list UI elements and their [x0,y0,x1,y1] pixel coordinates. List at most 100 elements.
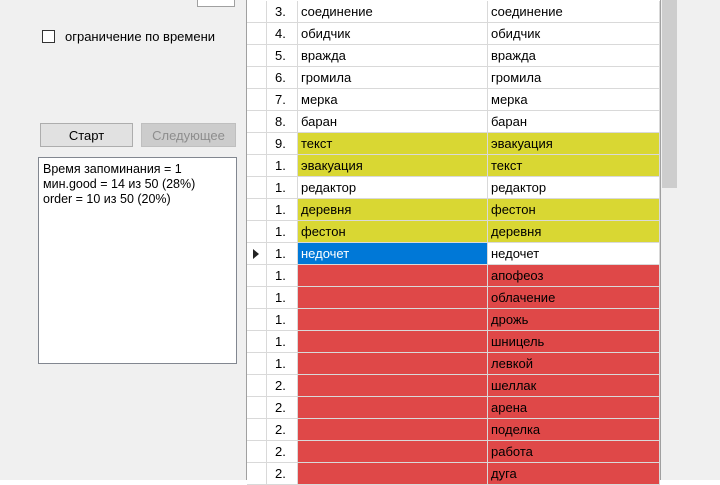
row-header[interactable] [247,463,267,485]
table-row[interactable]: 1. облачение [247,287,660,309]
row-header[interactable] [247,155,267,177]
start-button[interactable]: Старт [40,123,133,147]
table-row[interactable]: 2. поделка [247,419,660,441]
numeric-input[interactable] [197,0,235,7]
table-row[interactable]: 2. арена [247,397,660,419]
scrollbar-thumb[interactable] [662,0,677,188]
word-cell[interactable] [298,375,488,397]
answer-cell[interactable]: левкой [488,353,660,375]
table-row[interactable]: 9. текст эвакуация [247,133,660,155]
answer-cell[interactable]: шеллак [488,375,660,397]
table-row[interactable]: 4. обидчик обидчик [247,23,660,45]
row-number-cell[interactable]: 7. [267,89,298,111]
table-row[interactable]: 8. баран баран [247,111,660,133]
word-cell[interactable]: соединение [298,1,488,23]
table-row[interactable]: 1. недочет недочет [247,243,660,265]
answer-cell[interactable]: редактор [488,177,660,199]
row-header[interactable] [247,353,267,375]
row-header[interactable] [247,1,267,23]
answer-cell[interactable]: текст [488,155,660,177]
row-header[interactable] [247,67,267,89]
row-number-cell[interactable]: 1. [267,287,298,309]
table-row[interactable]: 1. шницель [247,331,660,353]
time-limit-option[interactable]: ограничение по времени [42,29,215,44]
table-row[interactable]: 2. работа [247,441,660,463]
answer-cell[interactable]: мерка [488,89,660,111]
results-textbox[interactable]: Время запоминания = 1 мин.good = 14 из 5… [38,157,237,364]
row-number-cell[interactable]: 2. [267,419,298,441]
row-header[interactable] [247,221,267,243]
table-row[interactable]: 2. дуга [247,463,660,485]
table-row[interactable]: 1. левкой [247,353,660,375]
answer-cell[interactable]: поделка [488,419,660,441]
table-row[interactable]: 3. соединение соединение [247,1,660,23]
table-row[interactable]: 6. громила громила [247,67,660,89]
answer-cell[interactable]: соединение [488,1,660,23]
row-number-cell[interactable]: 1. [267,177,298,199]
table-row[interactable]: 1. эвакуация текст [247,155,660,177]
word-cell[interactable] [298,419,488,441]
word-cell[interactable]: фестон [298,221,488,243]
word-cell[interactable]: баран [298,111,488,133]
answer-cell[interactable]: вражда [488,45,660,67]
row-header[interactable] [247,45,267,67]
row-number-cell[interactable]: 6. [267,67,298,89]
row-header[interactable] [247,89,267,111]
row-header[interactable] [247,199,267,221]
answer-cell[interactable]: громила [488,67,660,89]
row-header[interactable] [247,441,267,463]
word-cell[interactable] [298,331,488,353]
row-number-cell[interactable]: 2. [267,397,298,419]
row-header[interactable] [247,331,267,353]
table-row[interactable]: 1. фестон деревня [247,221,660,243]
word-cell[interactable] [298,309,488,331]
row-header[interactable] [247,419,267,441]
word-cell[interactable] [298,287,488,309]
answer-cell[interactable]: апофеоз [488,265,660,287]
row-number-cell[interactable]: 3. [267,1,298,23]
table-row[interactable]: 2. шеллак [247,375,660,397]
row-header[interactable] [247,375,267,397]
row-number-cell[interactable]: 1. [267,353,298,375]
table-row[interactable]: 1. дрожь [247,309,660,331]
table-row[interactable]: 5. вражда вражда [247,45,660,67]
row-number-cell[interactable]: 5. [267,45,298,67]
row-number-cell[interactable]: 2. [267,441,298,463]
word-cell[interactable]: недочет [298,243,488,265]
row-number-cell[interactable]: 2. [267,463,298,485]
word-cell[interactable]: мерка [298,89,488,111]
word-cell[interactable] [298,463,488,485]
word-cell[interactable] [298,441,488,463]
row-number-cell[interactable]: 1. [267,309,298,331]
answer-cell[interactable]: облачение [488,287,660,309]
word-cell[interactable]: текст [298,133,488,155]
next-button[interactable]: Следующее [141,123,236,147]
row-number-cell[interactable]: 1. [267,243,298,265]
table-row[interactable]: 1. апофеоз [247,265,660,287]
row-header[interactable] [247,265,267,287]
row-number-cell[interactable]: 1. [267,155,298,177]
answer-cell[interactable]: обидчик [488,23,660,45]
word-cell[interactable] [298,353,488,375]
answer-cell[interactable]: недочет [488,243,660,265]
row-header[interactable] [247,133,267,155]
row-header[interactable] [247,287,267,309]
table-row[interactable]: 1. редактор редактор [247,177,660,199]
row-number-cell[interactable]: 1. [267,221,298,243]
row-number-cell[interactable]: 1. [267,265,298,287]
row-header[interactable] [247,23,267,45]
table-row[interactable]: 7. мерка мерка [247,89,660,111]
answer-cell[interactable]: эвакуация [488,133,660,155]
answer-cell[interactable]: дуга [488,463,660,485]
answer-cell[interactable]: деревня [488,221,660,243]
row-header[interactable] [247,177,267,199]
word-cell[interactable]: редактор [298,177,488,199]
row-header[interactable] [247,111,267,133]
answer-cell[interactable]: фестон [488,199,660,221]
answer-cell[interactable]: арена [488,397,660,419]
row-number-cell[interactable]: 1. [267,331,298,353]
word-cell[interactable]: громила [298,67,488,89]
word-cell[interactable]: вражда [298,45,488,67]
word-cell[interactable]: деревня [298,199,488,221]
vertical-scrollbar[interactable] [661,0,678,480]
